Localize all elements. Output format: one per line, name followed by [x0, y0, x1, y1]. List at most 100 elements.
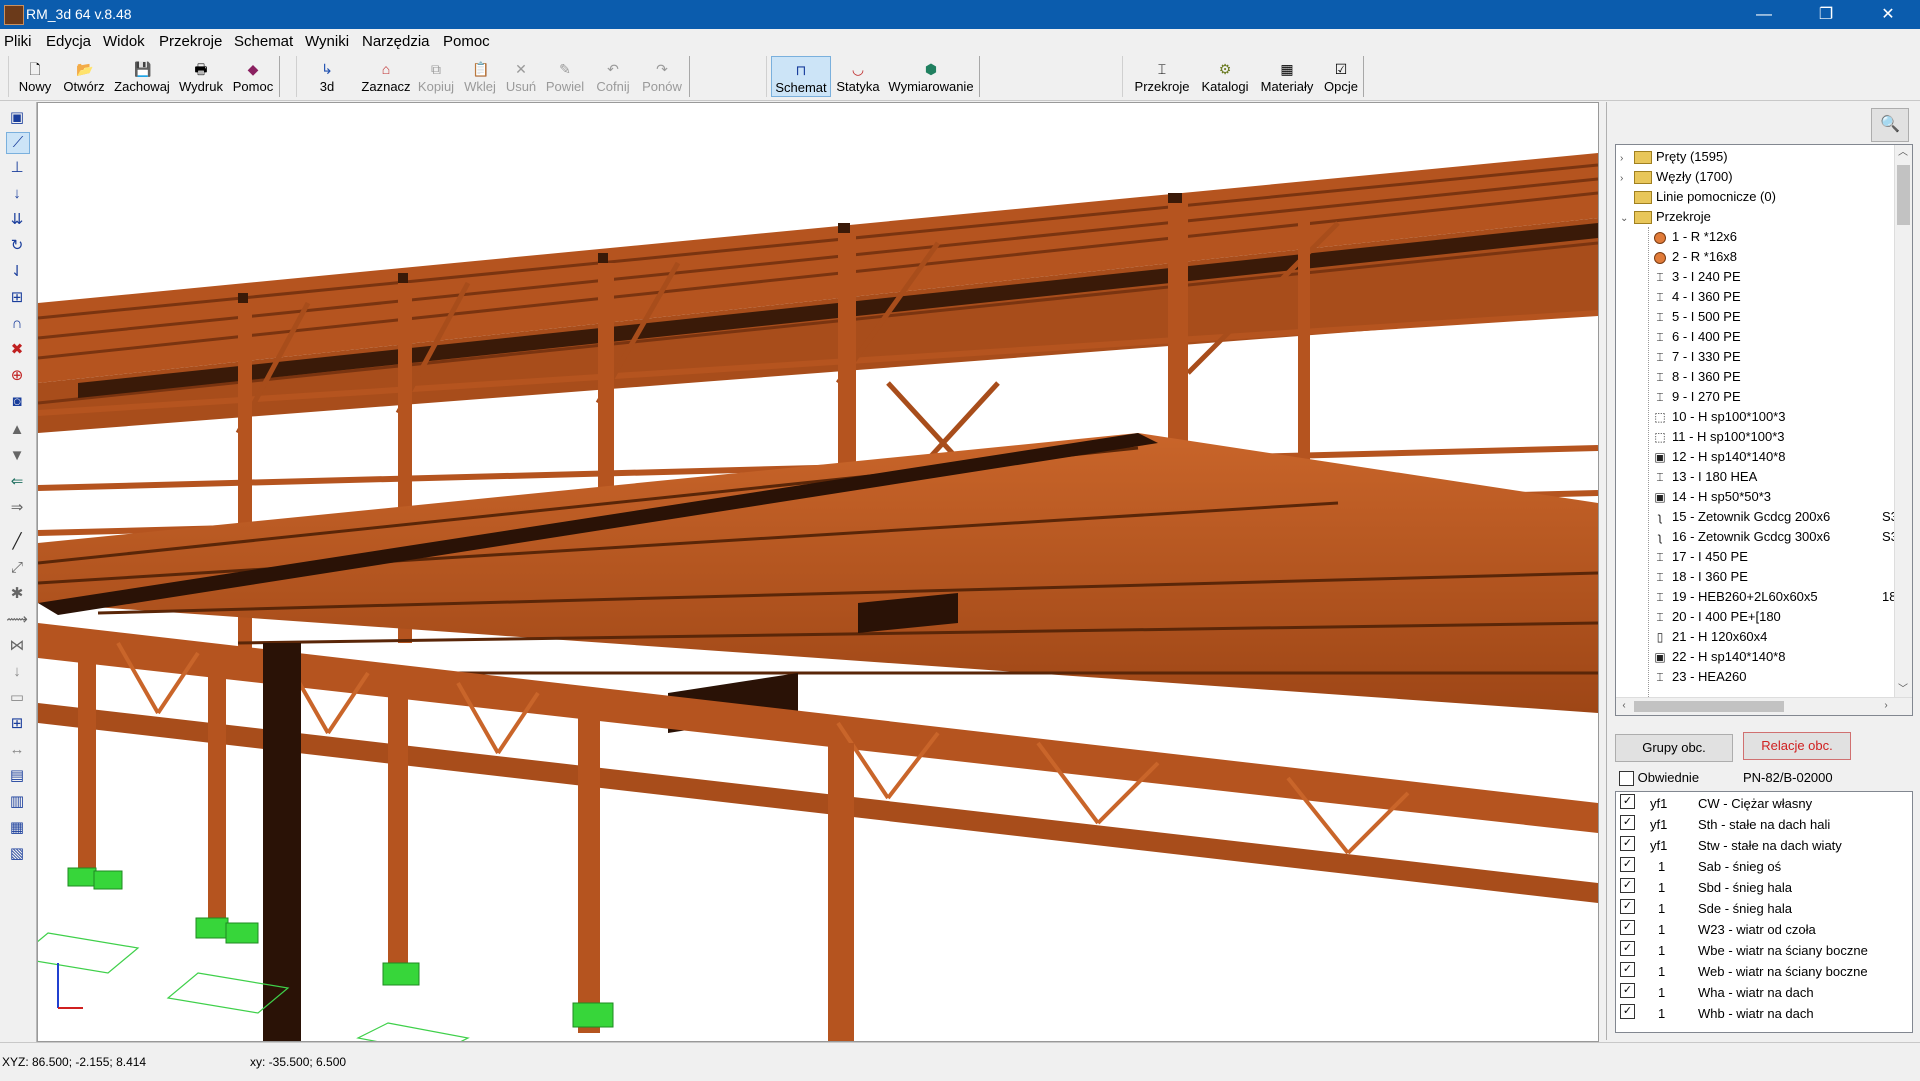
load-cases-list[interactable]: ✓ yf1 CW - Ciężar własny ✓ yf1 Sth - stałe n…: [1615, 791, 1913, 1033]
section-item[interactable]: ⌶ 8 - I 360 PE: [1654, 367, 1740, 387]
open-button[interactable]: 📂 Otwórz: [59, 56, 109, 97]
load-case-row[interactable]: ✓ yf1 Sth - stałe na dach hali: [1616, 815, 1912, 835]
section-item[interactable]: ⬚ 10 - H sp100*100*3: [1654, 407, 1785, 427]
load-case-row[interactable]: ✓ 1 Sab - śnieg oś: [1616, 857, 1912, 877]
load-case-row[interactable]: ✓ 1 Wbe - wiatr na ściany boczne: [1616, 941, 1912, 961]
tree-horizontal-scrollbar[interactable]: ‹ ›: [1616, 697, 1912, 715]
wymiarowanie-mode-button[interactable]: ⬢ Wymiarowanie: [885, 56, 977, 97]
frame-grid-icon[interactable]: ⊞: [6, 288, 28, 308]
dimension-line-icon[interactable]: ↔: [6, 740, 28, 760]
section-item[interactable]: ⌶ 6 - I 400 PE: [1654, 327, 1740, 347]
new-button[interactable]: 🗋 Nowy: [13, 56, 57, 97]
camera-icon[interactable]: ◙: [6, 392, 28, 412]
load-checkbox[interactable]: ✓: [1620, 941, 1635, 956]
scroll-thumb[interactable]: [1897, 165, 1910, 225]
menu-narzedzia[interactable]: Narzędzia: [362, 33, 430, 50]
arrow-left-icon[interactable]: ⇐: [6, 472, 28, 492]
tree-group-przekroje[interactable]: ⌄ Przekroje: [1620, 207, 1711, 227]
wall-frame-4-icon[interactable]: ▧: [6, 844, 28, 864]
scroll-thumb[interactable]: [1634, 701, 1784, 712]
view-options-icon[interactable]: ▣: [6, 108, 28, 128]
przekroje-tool-button[interactable]: ⌶ Przekroje: [1131, 56, 1193, 97]
opcje-tool-button[interactable]: ☑ Opcje: [1321, 56, 1361, 97]
load-checkbox[interactable]: ✓: [1620, 878, 1635, 893]
section-item[interactable]: ⌶ 18 - I 360 PE: [1654, 567, 1748, 587]
distributed-load-icon[interactable]: ⇊: [6, 210, 28, 230]
member-edit-icon[interactable]: ⤢: [6, 558, 28, 578]
scroll-right-icon[interactable]: ›: [1878, 698, 1894, 714]
moment-load-icon[interactable]: ↻: [6, 236, 28, 256]
scroll-left-icon[interactable]: ‹: [1616, 698, 1632, 714]
obwiednie-checkbox[interactable]: [1619, 771, 1634, 787]
plate-icon[interactable]: ▭: [6, 688, 28, 708]
section-item[interactable]: 1 - R *12x6: [1654, 227, 1737, 247]
tree-group-linie[interactable]: Linie pomocnicze (0): [1620, 187, 1776, 207]
line-tool-icon[interactable]: ╱: [6, 532, 28, 552]
section-item[interactable]: ▯ 21 - H 120x60x4: [1654, 627, 1768, 647]
menu-pomoc[interactable]: Pomoc: [443, 33, 490, 50]
menu-przekroje[interactable]: Przekroje: [159, 33, 222, 50]
section-item[interactable]: ⌶ 7 - I 330 PE: [1654, 347, 1740, 367]
load-case-row[interactable]: ✓ 1 Sbd - śnieg hala: [1616, 878, 1912, 898]
tree-vertical-scrollbar[interactable]: ︿ ﹀: [1894, 145, 1912, 698]
wall-frame-icon[interactable]: ▤: [6, 766, 28, 786]
help-button[interactable]: ◆ Pomoc: [229, 56, 277, 97]
grupy-obc-button[interactable]: Grupy obc.: [1615, 734, 1733, 762]
minimize-button[interactable]: —: [1736, 0, 1792, 29]
section-item[interactable]: ⌶ 20 - I 400 PE+[180: [1654, 607, 1780, 627]
load-case-row[interactable]: ✓ yf1 Stw - stałe na dach wiaty: [1616, 836, 1912, 856]
load-case-row[interactable]: ✓ 1 Whb - wiatr na dach: [1616, 1004, 1912, 1024]
statyka-mode-button[interactable]: ◡ Statyka: [833, 56, 883, 97]
wall-frame-3-icon[interactable]: ▦: [6, 818, 28, 838]
extend-member-icon[interactable]: ⟿: [6, 610, 28, 630]
delete-member-icon[interactable]: ✖: [6, 340, 28, 360]
point-load-icon[interactable]: ↓: [6, 184, 28, 204]
view-3d-button[interactable]: ↳ 3d: [307, 56, 347, 97]
truss-icon[interactable]: ⋈: [6, 636, 28, 656]
maximize-button[interactable]: ❐: [1798, 0, 1854, 29]
load-checkbox[interactable]: ✓: [1620, 1004, 1635, 1019]
undo-button[interactable]: ↶ Cofnij: [591, 56, 635, 97]
load-checkbox[interactable]: ✓: [1620, 815, 1635, 830]
load-case-row[interactable]: ✓ 1 Web - wiatr na ściany boczne: [1616, 962, 1912, 982]
section-item[interactable]: ⌶ 4 - I 360 PE: [1654, 287, 1740, 307]
redo-button[interactable]: ↷ Ponów: [639, 56, 685, 97]
load-checkbox[interactable]: ✓: [1620, 836, 1635, 851]
arrow-down-icon[interactable]: ▼: [6, 446, 28, 466]
arrow-up-icon[interactable]: ▲: [6, 420, 28, 440]
section-item[interactable]: ⌶ 9 - I 270 PE: [1654, 387, 1740, 407]
menu-pliki[interactable]: Pliki: [4, 33, 32, 50]
obwiednie-checkbox-row[interactable]: Obwiednie: [1619, 770, 1699, 787]
node-target-icon[interactable]: ⊕: [6, 366, 28, 386]
save-button[interactable]: 💾 Zachowaj: [111, 56, 173, 97]
load-checkbox[interactable]: ✓: [1620, 794, 1635, 809]
arch-icon[interactable]: ∩: [6, 314, 28, 334]
materialy-tool-button[interactable]: ▦ Materiały: [1257, 56, 1317, 97]
load-checkbox[interactable]: ✓: [1620, 857, 1635, 872]
close-button[interactable]: ✕: [1860, 0, 1916, 29]
select-button[interactable]: ⌂ Zaznacz: [361, 56, 411, 97]
load-case-row[interactable]: ✓ yf1 CW - Ciężar własny: [1616, 794, 1912, 814]
section-item[interactable]: ʅ16 - Zetownik Gcdcg 300x6S35: [1654, 527, 1905, 547]
section-item[interactable]: ⌶ 13 - I 180 HEA: [1654, 467, 1757, 487]
section-item[interactable]: ⌶ 19 - HEB260+2L60x60x5 18: [1654, 587, 1896, 607]
model-3d-viewport[interactable]: [37, 102, 1599, 1042]
tree-group-wezly[interactable]: › Węzły (1700): [1620, 167, 1733, 187]
section-item[interactable]: 2 - R *16x8: [1654, 247, 1737, 267]
duplicate-button[interactable]: ✎ Powiel: [543, 56, 587, 97]
section-item[interactable]: ⌶ 5 - I 500 PE: [1654, 307, 1740, 327]
search-button[interactable]: 🔍: [1871, 108, 1909, 142]
copy-button[interactable]: ⧉ Kopiuj: [415, 56, 457, 97]
section-item[interactable]: ⌶ 3 - I 240 PE: [1654, 267, 1740, 287]
arrow-right-icon[interactable]: ⇒: [6, 498, 28, 518]
load-checkbox[interactable]: ✓: [1620, 920, 1635, 935]
load-checkbox[interactable]: ✓: [1620, 962, 1635, 977]
thermal-load-icon[interactable]: ⇃: [6, 262, 28, 282]
split-member-icon[interactable]: ✱: [6, 584, 28, 604]
section-item[interactable]: ▣ 14 - H sp50*50*3: [1654, 487, 1771, 507]
menu-wyniki[interactable]: Wyniki: [305, 33, 349, 50]
load-checkbox[interactable]: ✓: [1620, 899, 1635, 914]
menu-schemat[interactable]: Schemat: [234, 33, 293, 50]
section-item[interactable]: ▣ 12 - H sp140*140*8: [1654, 447, 1785, 467]
section-item[interactable]: ⌶ 17 - I 450 PE: [1654, 547, 1748, 567]
